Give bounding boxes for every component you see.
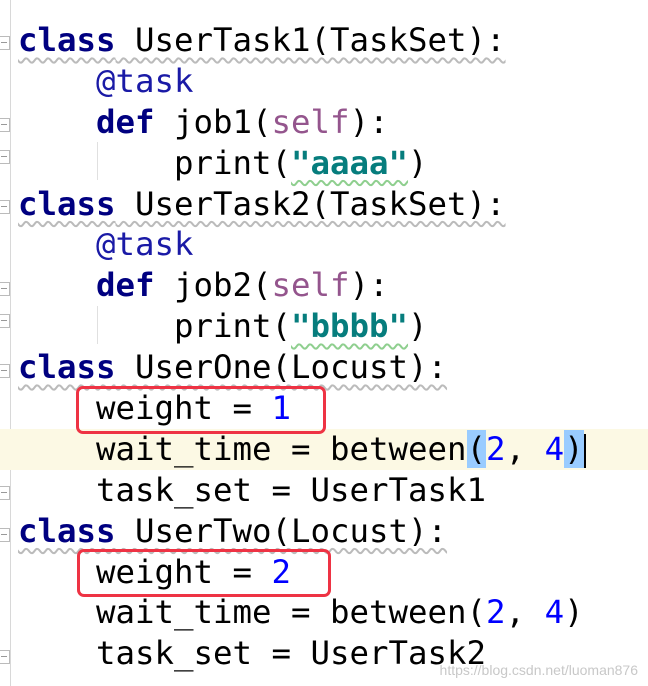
code-token: task_set = UserTask1 (18, 470, 487, 509)
code-token: class (18, 511, 116, 550)
code-token: 4 (544, 593, 565, 632)
code-line[interactable]: print("bbbb") (18, 306, 648, 347)
code-token: ): (349, 102, 389, 141)
code-token: self (271, 266, 350, 305)
code-line[interactable]: task_set = UserTask1 (18, 470, 648, 511)
fold-marker-icon[interactable] (0, 364, 10, 378)
fold-marker-icon[interactable] (0, 650, 10, 664)
code-token: 2 (486, 593, 506, 632)
code-token: class (18, 21, 116, 59)
code-token: self (271, 102, 350, 141)
fold-marker-icon[interactable] (0, 36, 10, 50)
fold-gutter (0, 0, 11, 686)
fold-marker-icon[interactable] (0, 486, 10, 500)
code-line[interactable]: class UserTwo(Locust): (18, 511, 648, 552)
code-line[interactable]: wait_time = between(2, 4) (18, 592, 648, 633)
fold-marker-icon[interactable] (0, 200, 10, 214)
code-line[interactable]: class UserOne(Locust): (18, 347, 648, 388)
code-token: 2 (486, 429, 506, 468)
watermark: https://blog.csdn.net/luoman876 (439, 662, 638, 678)
code-line[interactable]: @task (18, 61, 648, 102)
code-token: wait_time = between (18, 429, 467, 468)
code-token: wait_time = between( (18, 593, 487, 632)
fold-marker-icon[interactable] (0, 118, 10, 132)
code-token: def (96, 266, 155, 305)
code-line[interactable]: wait_time = between(2, 4) (0, 428, 648, 470)
code-token: job2( (154, 266, 272, 305)
code-token: @task (96, 61, 194, 100)
code-token: print( (18, 143, 292, 182)
code-token: 4 (544, 429, 565, 468)
code-token: , (505, 429, 545, 468)
code-line[interactable]: def job2(self): (18, 265, 648, 306)
highlight-box-weight-2 (77, 549, 331, 597)
code-token: , (505, 593, 545, 632)
code-line[interactable]: print("aaaa") (18, 143, 648, 184)
highlight-box-weight-1 (76, 386, 326, 434)
code-token: UserTask2(TaskSet): (115, 184, 506, 223)
code-token: class (18, 184, 116, 223)
code-token: ) (564, 593, 584, 632)
code-line[interactable]: @task (18, 224, 648, 265)
fold-marker-icon[interactable] (0, 150, 10, 164)
code-line[interactable]: class UserTask1(TaskSet): (18, 20, 648, 61)
fold-marker-icon[interactable] (0, 282, 10, 296)
code-token: UserTask1(TaskSet): (115, 21, 506, 59)
code-line[interactable]: def job1(self): (18, 102, 648, 143)
code-token: task_set = UserTask2 (18, 634, 487, 673)
code-token: "aaaa" (291, 143, 409, 182)
code-token: ) (564, 429, 584, 468)
code-token: ( (466, 429, 487, 468)
code-token: print( (18, 307, 292, 346)
code-token: class (18, 348, 116, 387)
code-token: ): (349, 266, 389, 305)
code-line[interactable]: class UserTask2(TaskSet): (18, 184, 648, 225)
text-caret (583, 433, 586, 468)
code-token: @task (96, 225, 194, 264)
fold-marker-icon[interactable] (0, 528, 10, 542)
fold-marker-icon[interactable] (0, 314, 10, 328)
code-token: UserTwo(Locust): (115, 511, 448, 550)
code-token: ) (408, 143, 428, 182)
code-token: def (96, 102, 155, 141)
code-token: job1( (154, 102, 272, 141)
code-token: UserOne(Locust): (115, 348, 448, 387)
code-token: "bbbb" (291, 307, 409, 346)
code-token: ) (408, 307, 428, 346)
